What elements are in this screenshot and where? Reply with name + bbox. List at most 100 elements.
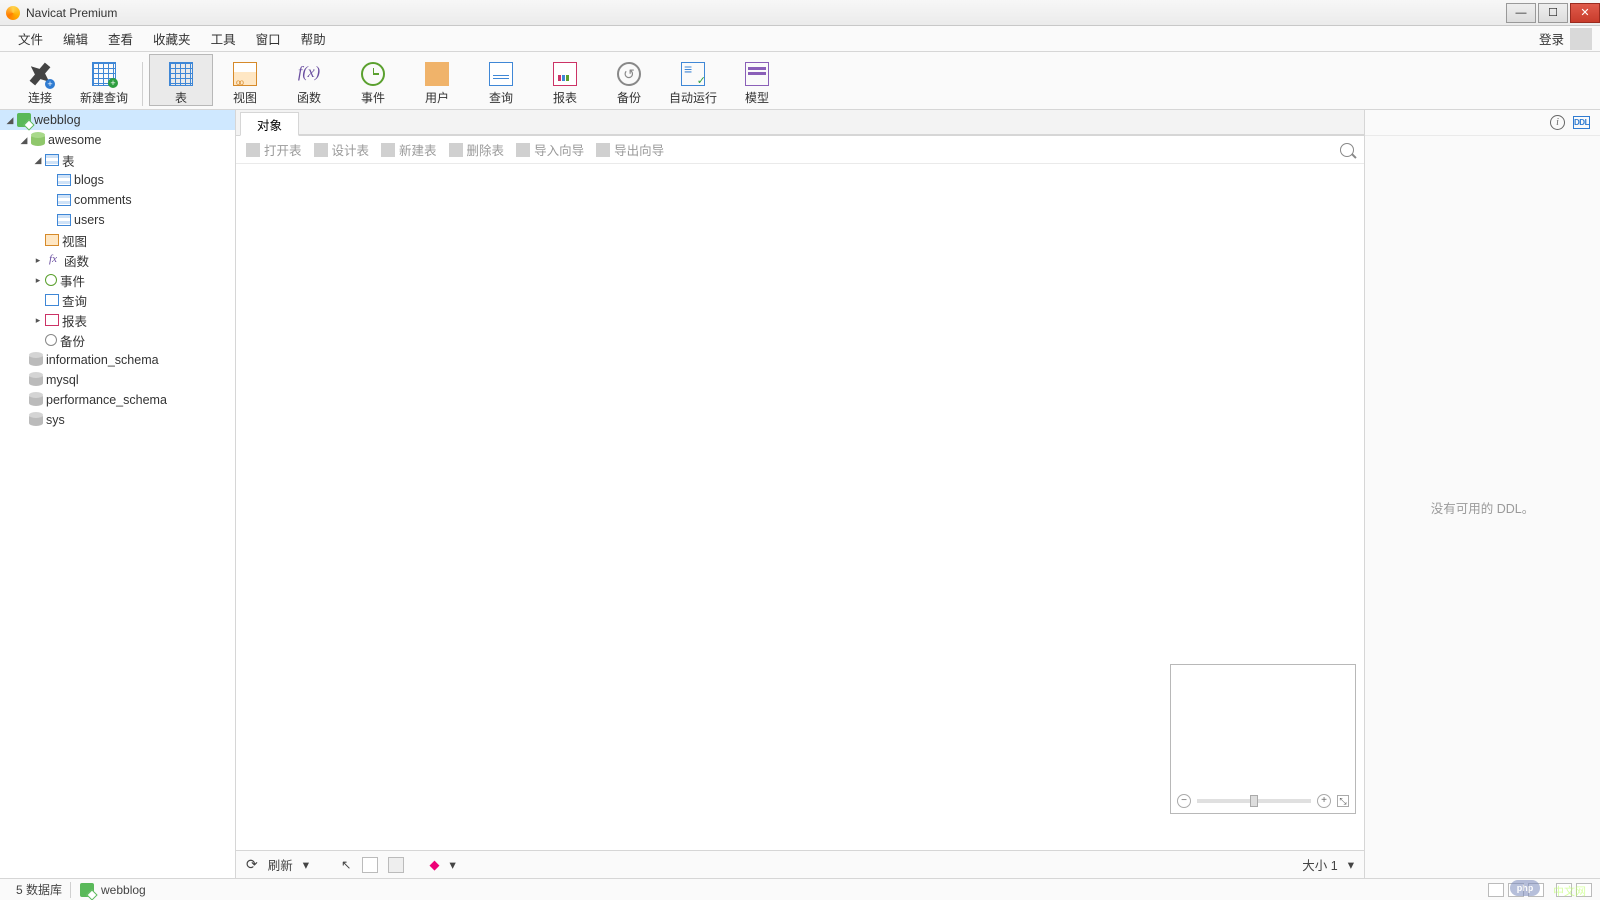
table-icon: [57, 174, 71, 186]
tree-queries[interactable]: ▸ 查询: [0, 290, 235, 310]
event-icon: [361, 62, 385, 86]
design-table-button[interactable]: 设计表: [314, 140, 370, 159]
tree-db-information-schema[interactable]: information_schema: [0, 350, 235, 370]
content-bottom-bar: ⟳ 刷新 ▾ ↖ ◆ ▾ 大小 1 ▾: [236, 850, 1364, 878]
tree-backups[interactable]: ▸ 备份: [0, 330, 235, 350]
zoom-in-button[interactable]: +: [1317, 794, 1331, 808]
new-table-button[interactable]: 新建表: [381, 140, 437, 159]
tool-function[interactable]: f(x) 函数: [277, 54, 341, 106]
tree-table-users[interactable]: users: [0, 210, 235, 230]
expand-icon[interactable]: ◢: [18, 135, 30, 146]
tree-events[interactable]: ▸ 事件: [0, 270, 235, 290]
dropdown-icon[interactable]: ▾: [1348, 857, 1354, 872]
main-toolbar: 连接 新建查询 表 视图 f(x) 函数 事件 用户 查询 报表 备份 自动运行: [0, 52, 1600, 110]
minimize-button[interactable]: —: [1506, 3, 1536, 23]
tool-event[interactable]: 事件: [341, 54, 405, 106]
zoom-slider[interactable]: [1197, 799, 1311, 803]
titlebar: Navicat Premium — ☐ ✕: [0, 0, 1600, 26]
login-link[interactable]: 登录: [1539, 29, 1564, 48]
tree-db-mysql[interactable]: mysql: [0, 370, 235, 390]
info-empty-text: 没有可用的 DDL。: [1431, 498, 1534, 517]
refresh-button[interactable]: 刷新: [268, 855, 293, 874]
menu-view[interactable]: 查看: [98, 26, 143, 51]
tree-table-blogs[interactable]: blogs: [0, 170, 235, 190]
tree-db-performance-schema[interactable]: performance_schema: [0, 390, 235, 410]
menu-edit[interactable]: 编辑: [53, 26, 98, 51]
tool-autorun[interactable]: 自动运行: [661, 54, 725, 106]
connection-label: webblog: [34, 113, 81, 127]
tables-label: 表: [62, 151, 75, 170]
tree-tables[interactable]: ◢ 表: [0, 150, 235, 170]
menu-tools[interactable]: 工具: [201, 26, 246, 51]
layout-tool-2[interactable]: [388, 857, 404, 873]
menu-favorites[interactable]: 收藏夹: [143, 26, 201, 51]
panel-toggle-1-icon[interactable]: [1556, 883, 1572, 897]
menu-file[interactable]: 文件: [8, 26, 53, 51]
import-wizard-button[interactable]: 导入向导: [516, 140, 584, 159]
avatar-icon[interactable]: [1570, 28, 1592, 50]
tree-functions[interactable]: ▸ fx 函数: [0, 250, 235, 270]
tool-model[interactable]: 模型: [725, 54, 789, 106]
autorun-icon: [681, 62, 705, 86]
menu-help[interactable]: 帮助: [291, 26, 336, 51]
tree-views[interactable]: ▸ 视图: [0, 230, 235, 250]
tree-db-awesome[interactable]: ◢ awesome: [0, 130, 235, 150]
tool-user[interactable]: 用户: [405, 54, 469, 106]
ddl-tab-icon[interactable]: DDL: [1573, 116, 1590, 129]
search-icon[interactable]: [1340, 143, 1354, 157]
info-tab-icon[interactable]: i: [1550, 115, 1565, 130]
tree-reports[interactable]: ▸ 报表: [0, 310, 235, 330]
tab-objects[interactable]: 对象: [240, 112, 299, 136]
expand-icon[interactable]: ▸: [32, 255, 44, 266]
dropdown-icon[interactable]: ▾: [303, 857, 309, 872]
refresh-icon[interactable]: ⟳: [246, 856, 258, 873]
window-title: Navicat Premium: [26, 6, 117, 20]
tree-db-sys[interactable]: sys: [0, 410, 235, 430]
expand-icon[interactable]: ◢: [32, 155, 44, 166]
db-label: awesome: [48, 133, 102, 147]
menubar: 文件 编辑 查看 收藏夹 工具 窗口 帮助 登录: [0, 26, 1600, 52]
connection-tree[interactable]: ◢ webblog ◢ awesome ◢ 表 blogs comments u…: [0, 110, 236, 878]
db-label: mysql: [46, 373, 79, 387]
tree-connection[interactable]: ◢ webblog: [0, 110, 235, 130]
dropdown-icon[interactable]: ▾: [450, 857, 456, 872]
database-icon: [29, 374, 43, 386]
connection-icon: [80, 883, 94, 897]
maximize-button[interactable]: ☐: [1538, 3, 1568, 23]
color-tool-icon[interactable]: ◆: [430, 857, 440, 873]
tool-query[interactable]: 查询: [469, 54, 533, 106]
minimap[interactable]: − + ⤡: [1170, 664, 1356, 814]
size-label[interactable]: 大小 1: [1302, 855, 1337, 874]
model-icon: [745, 62, 769, 86]
tool-backup[interactable]: 备份: [597, 54, 661, 106]
export-wizard-button[interactable]: 导出向导: [596, 140, 664, 159]
zoom-out-button[interactable]: −: [1177, 794, 1191, 808]
tool-connect[interactable]: 连接: [8, 54, 72, 106]
statusbar: 5 数据库 webblog php 中文网: [0, 878, 1600, 900]
expand-icon[interactable]: ▸: [32, 275, 44, 286]
menu-window[interactable]: 窗口: [246, 26, 291, 51]
expand-icon[interactable]: ▸: [32, 315, 44, 326]
table-label: comments: [74, 193, 132, 207]
object-canvas[interactable]: − + ⤡: [236, 164, 1364, 850]
pointer-tool-icon[interactable]: ↖: [341, 857, 351, 872]
delete-table-button[interactable]: 删除表: [449, 140, 505, 159]
open-table-button[interactable]: 打开表: [246, 140, 302, 159]
tool-table[interactable]: 表: [149, 54, 213, 106]
tool-view[interactable]: 视图: [213, 54, 277, 106]
view-mode-grid-icon[interactable]: [1488, 883, 1504, 897]
queries-label: 查询: [62, 291, 87, 310]
panel-toggle-2-icon[interactable]: [1576, 883, 1592, 897]
tool-new-query[interactable]: 新建查询: [72, 54, 136, 106]
tree-table-comments[interactable]: comments: [0, 190, 235, 210]
database-icon: [29, 394, 43, 406]
expand-icon[interactable]: ◢: [4, 115, 16, 126]
function-group-icon: fx: [45, 252, 61, 268]
close-button[interactable]: ✕: [1570, 3, 1600, 23]
object-toolbar: 打开表 设计表 新建表 删除表 导入向导 导出向导: [236, 136, 1364, 164]
tool-report[interactable]: 报表: [533, 54, 597, 106]
status-connection: webblog: [71, 883, 154, 897]
app-icon: [6, 6, 20, 20]
layout-tool-1[interactable]: [362, 857, 378, 873]
expand-button[interactable]: ⤡: [1337, 795, 1349, 807]
